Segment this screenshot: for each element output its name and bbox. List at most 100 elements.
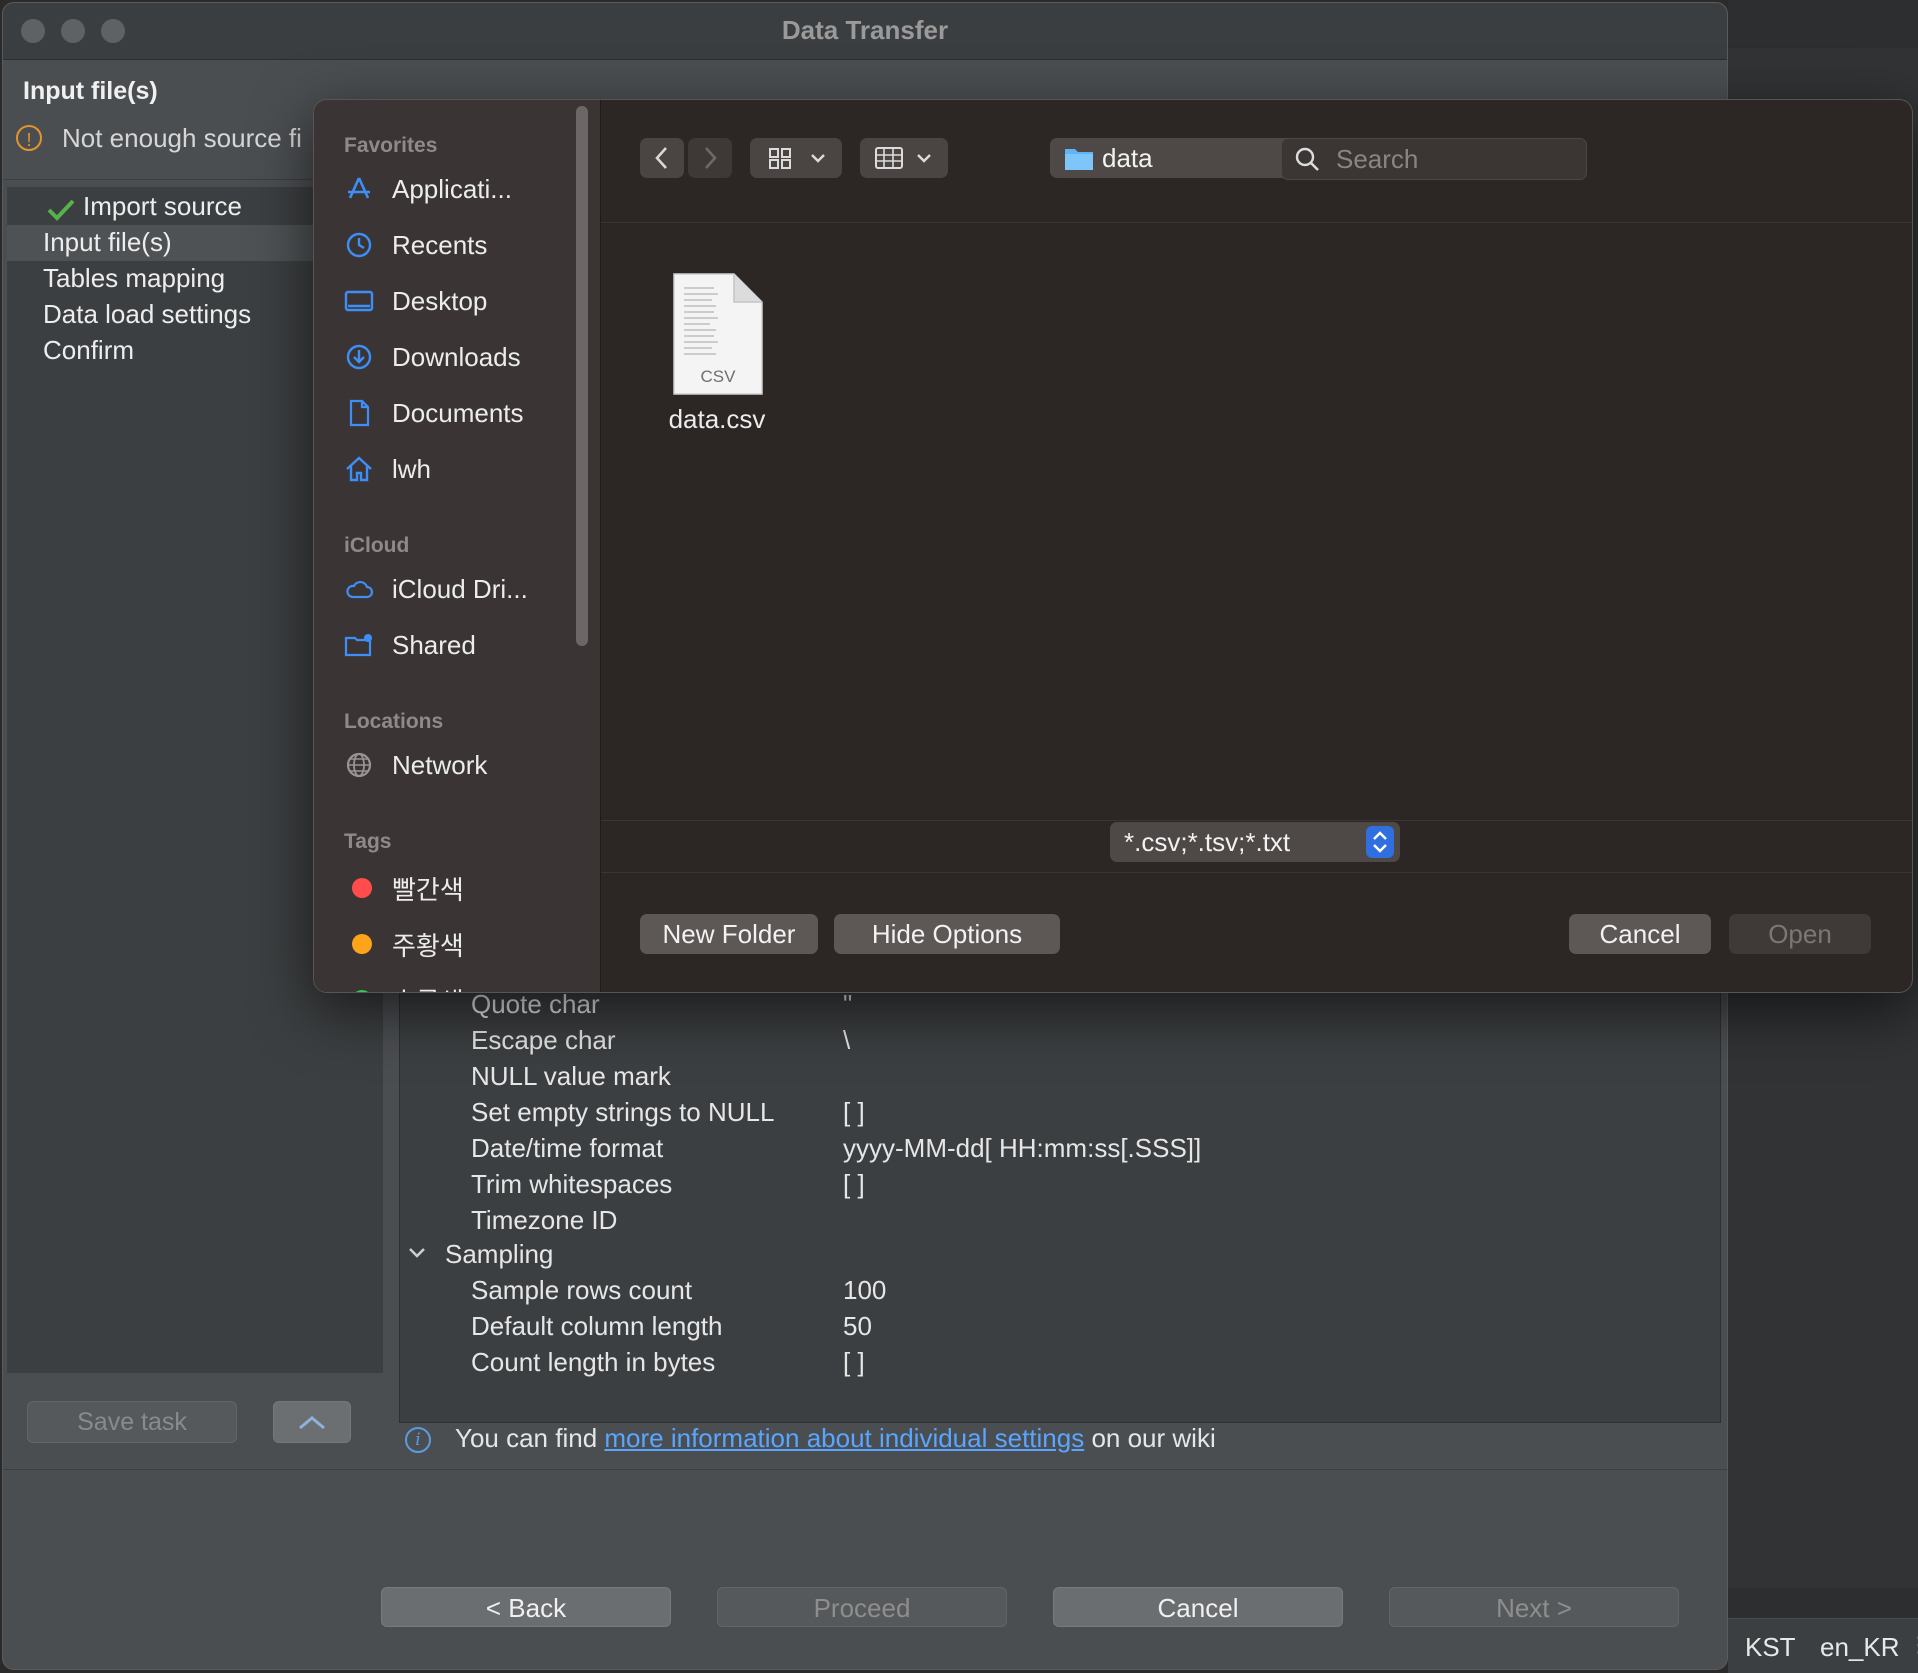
upload-icon [299,1416,325,1430]
sidebar-item-network[interactable]: Network [344,746,584,786]
view-mode-button[interactable] [750,138,842,178]
status-locale[interactable]: en_KR [1820,1632,1900,1663]
sidebar-item-label: 초록색 [392,982,464,992]
property-value[interactable]: " [843,989,852,1020]
proceed-button[interactable]: Proceed [717,1587,1007,1627]
back-button[interactable]: < Back [381,1587,671,1627]
property-value[interactable]: [ ] [843,1097,865,1128]
sidebar-item-label: Desktop [392,286,488,316]
open-button[interactable]: Open [1729,914,1871,954]
sidebar-item-tag-red[interactable]: 빨간색 [344,866,584,906]
divider [3,1469,1727,1470]
favorites-section-title: Favorites [344,134,438,157]
sidebar-item-label: Documents [392,398,524,428]
sidebar-item-tag-green[interactable]: 초록색 [344,978,584,992]
tag-dot-icon [352,990,372,992]
sidebar-scrollbar[interactable] [576,106,588,646]
sidebar-item-label: Shared [392,630,476,660]
property-value[interactable]: 50 [843,1311,872,1342]
property-value[interactable]: \ [843,1025,850,1056]
page-heading: Input file(s) [23,77,158,105]
icloud-section-title: iCloud [344,534,410,557]
chevron-right-icon [705,147,717,169]
file-type-badge: CSV [701,367,737,386]
property-name: Default column length [471,1311,723,1341]
sampling-group-label[interactable]: Sampling [445,1239,553,1270]
search-input[interactable]: Search [1281,138,1587,180]
property-value[interactable]: yyyy-MM-dd[ HH:mm:ss[.SSS]] [843,1133,1201,1164]
icloud-icon [346,580,374,599]
tag-dot-icon [352,934,372,954]
divider [601,820,1912,821]
sidebar-item-icloud-drive[interactable]: iCloud Dri... [344,570,584,610]
sidebar-item-label: Network [392,750,488,780]
locations-section-title: Locations [344,710,444,733]
chevron-left-icon [655,147,667,169]
window-title: Data Transfer [781,15,949,45]
sidebar-item-documents[interactable]: Documents [344,394,584,434]
nav-item-data-load-settings[interactable]: Data load settings [43,299,251,330]
property-value[interactable]: [ ] [843,1347,865,1378]
sidebar-item-desktop[interactable]: Desktop [344,282,584,322]
nav-item-import-source[interactable]: Import source [83,191,242,222]
folder-icon [1065,149,1093,170]
wiki-info-text: You can find more information about indi… [455,1423,1216,1454]
sidebar-item-downloads[interactable]: Downloads [344,338,584,378]
cancel-button[interactable]: Cancel [1569,914,1711,954]
recents-icon [346,232,372,258]
search-placeholder: Search [1336,144,1419,174]
new-folder-button[interactable]: New Folder [640,914,818,954]
hide-options-button[interactable]: Hide Options [834,914,1060,954]
divider [601,872,1912,873]
network-icon [346,752,372,778]
status-more-icon[interactable]: ⋮ [1908,1632,1918,1658]
sidebar-item-recents[interactable]: Recents [344,226,584,266]
sidebar-item-label: Recents [392,230,488,260]
nav-item-confirm[interactable]: Confirm [43,335,134,366]
property-name: Set empty strings to NULL [471,1097,775,1127]
sidebar-item-shared[interactable]: Shared [344,626,584,666]
sidebar-item-home[interactable]: lwh [344,450,584,490]
save-task-button[interactable]: Save task [27,1401,237,1443]
shared-folder-icon [344,634,372,657]
cancel-wizard-button[interactable]: Cancel [1053,1587,1343,1627]
nav-item-input-files[interactable]: Input file(s) [43,227,172,258]
property-value[interactable]: [ ] [843,1169,865,1200]
next-button[interactable]: Next > [1389,1587,1679,1627]
group-by-button[interactable] [860,138,948,178]
property-name: Escape char [471,1025,616,1055]
nav-item-tables-mapping[interactable]: Tables mapping [43,263,225,294]
sidebar-item-label: 주황색 [392,931,464,961]
forward-nav-button[interactable] [688,138,732,178]
property-name: Date/time format [471,1133,664,1163]
property-name: Timezone ID [471,1205,618,1235]
finder-sidebar: Favorites Applicati... Recents Desktop D… [314,100,601,992]
sidebar-item-tag-orange[interactable]: 주황색 [344,922,584,962]
property-value[interactable]: 100 [843,1275,886,1306]
tags-section-title: Tags [344,830,392,853]
info-icon: i [405,1427,431,1453]
sidebar-item-applications[interactable]: Applicati... [344,170,584,210]
property-name: NULL value mark [471,1061,671,1091]
warning-message: Not enough source fi [62,123,302,153]
file-type-filter-value: *.csv;*.tsv;*.txt [1124,827,1291,857]
window-titlebar: Data Transfer [3,3,1727,60]
sidebar-item-label: 빨간색 [392,875,464,905]
status-timezone[interactable]: KST [1745,1632,1796,1663]
icon-grid-view-icon [769,148,825,169]
property-name: Trim whitespaces [471,1169,673,1199]
tag-dot-icon [352,878,372,898]
task-options-button[interactable] [273,1401,351,1443]
chevron-down-icon[interactable] [407,1243,427,1263]
check-icon [47,199,75,221]
group-view-icon [875,147,931,169]
info-prefix: You can find [455,1423,605,1453]
divider [601,222,1912,223]
file-type-filter-select[interactable]: *.csv;*.tsv;*.txt [1110,822,1400,862]
home-icon [346,456,372,482]
back-nav-button[interactable] [640,138,684,178]
sidebar-item-label: Applicati... [392,174,512,204]
property-name: Quote char [471,989,600,1019]
csv-file-icon: CSV [673,273,763,395]
wiki-settings-link[interactable]: more information about individual settin… [604,1423,1084,1453]
